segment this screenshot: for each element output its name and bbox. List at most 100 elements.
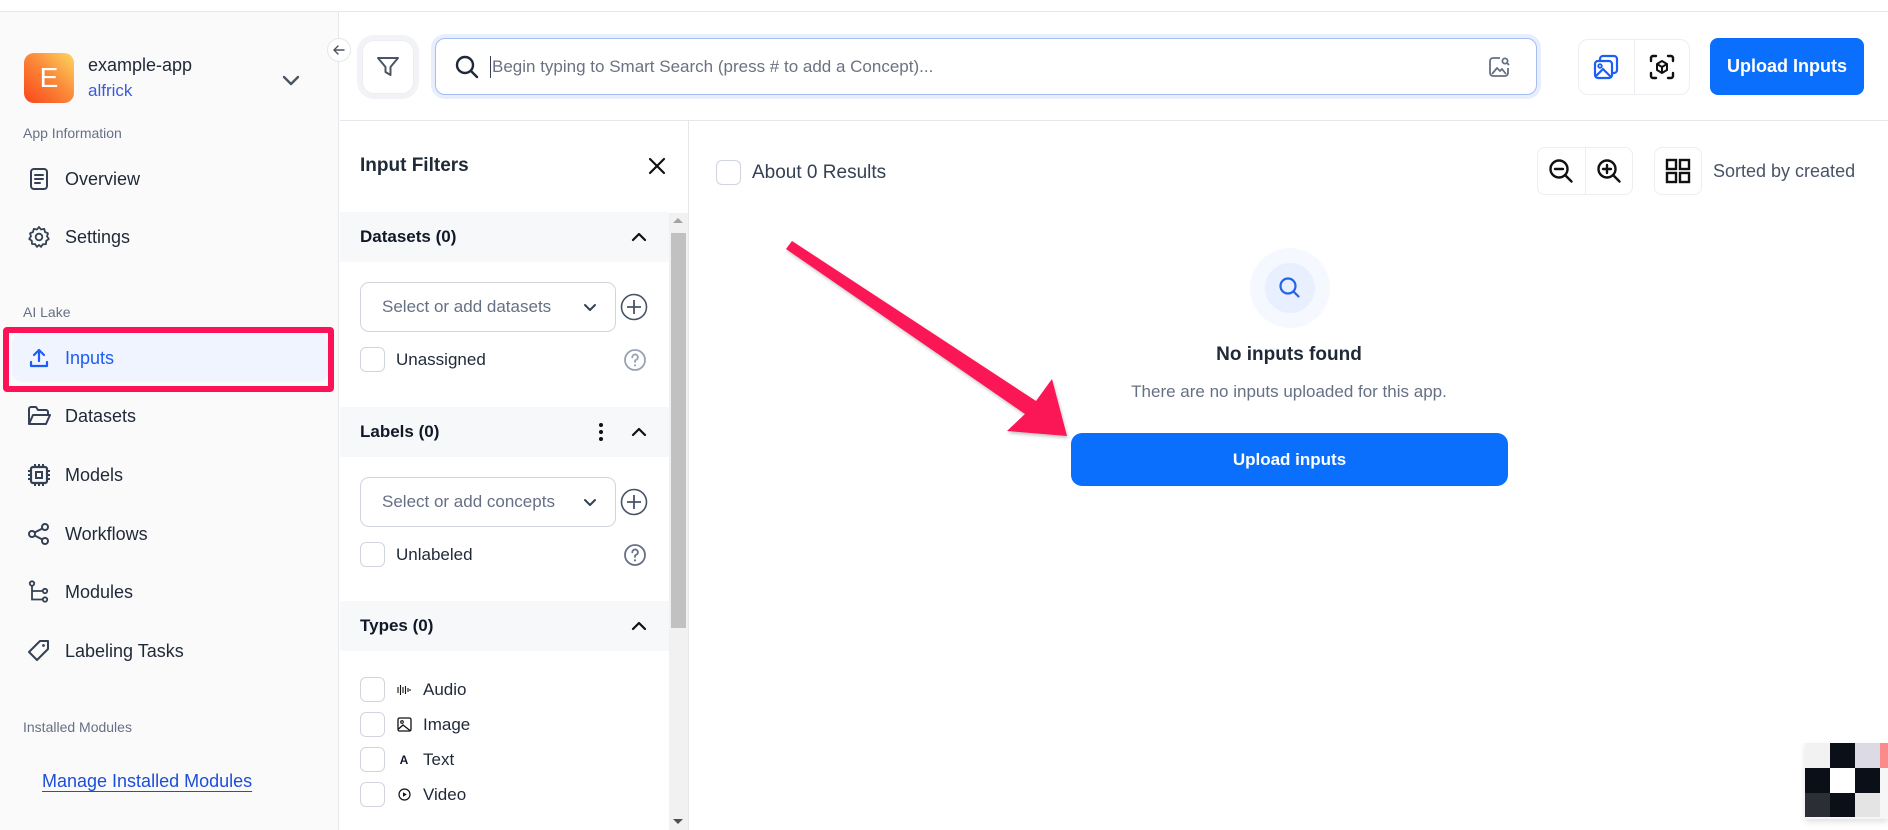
- search-icon: [1279, 277, 1300, 298]
- labels-section-title: Labels (0): [360, 422, 440, 441]
- smart-search-input[interactable]: [490, 55, 1484, 78]
- search-icon: [452, 52, 482, 82]
- document-icon: [26, 166, 52, 192]
- section-label-ai-lake: AI Lake: [23, 304, 71, 320]
- datasets-select[interactable]: Select or add datasets: [360, 282, 616, 332]
- unassigned-filter[interactable]: Unassigned: [360, 347, 486, 372]
- image-icon: [396, 717, 412, 733]
- add-concept-button[interactable]: [620, 488, 648, 516]
- sidebar-item-models[interactable]: Models: [12, 451, 328, 499]
- unassigned-label: Unassigned: [396, 349, 486, 369]
- scroll-up-arrow[interactable]: [673, 218, 683, 223]
- select-all-checkbox[interactable]: [716, 160, 741, 185]
- help-icon[interactable]: [623, 348, 647, 372]
- cpu-chip-icon: [26, 462, 52, 488]
- arrow-left-icon: [333, 45, 345, 55]
- sidebar-item-overview[interactable]: Overview: [12, 155, 328, 203]
- cube-scan-icon: [1649, 54, 1674, 80]
- empty-state-illustration: [1250, 248, 1330, 328]
- zoom-out-button[interactable]: [1538, 148, 1585, 194]
- scroll-down-arrow[interactable]: [673, 819, 683, 824]
- image-checkbox[interactable]: [360, 712, 385, 737]
- upload-inputs-empty-button[interactable]: Upload inputs: [1071, 433, 1508, 486]
- collapse-sidebar-button[interactable]: [327, 38, 351, 62]
- view-mode-group: [1578, 39, 1690, 95]
- more-vertical-icon[interactable]: [593, 420, 609, 444]
- sidebar-item-label: Workflows: [65, 523, 148, 544]
- filters-scrollbar-thumb[interactable]: [671, 233, 686, 628]
- results-summary: About 0 Results: [716, 160, 886, 185]
- sidebar-item-modules[interactable]: Modules: [12, 568, 328, 616]
- grid-layout-button[interactable]: [1654, 147, 1702, 195]
- section-label-installed-modules: Installed Modules: [23, 719, 132, 735]
- unassigned-checkbox[interactable]: [360, 347, 385, 372]
- add-dataset-button[interactable]: [620, 293, 648, 321]
- type-filter-audio[interactable]: Audio: [360, 677, 466, 702]
- audio-checkbox[interactable]: [360, 677, 385, 702]
- sidebar-item-label: Labeling Tasks: [65, 640, 184, 661]
- sidebar-item-label: Datasets: [65, 405, 137, 426]
- grid-icon: [1665, 158, 1691, 184]
- sidebar-item-label: Models: [65, 464, 124, 485]
- sort-label[interactable]: Sorted by created: [1713, 161, 1855, 182]
- datasets-select-placeholder: Select or add datasets: [382, 297, 552, 316]
- chevron-up-icon: [631, 621, 647, 631]
- video-label: Video: [423, 784, 467, 804]
- help-icon[interactable]: [623, 543, 647, 567]
- annotation-highlight-box: [3, 327, 334, 392]
- input-filters-panel: Input Filters Datasets (0) Select or add…: [340, 121, 689, 830]
- top-strip: [0, 0, 1888, 12]
- close-filters-button[interactable]: [644, 153, 670, 179]
- sidebar-item-label: Overview: [65, 168, 141, 189]
- smart-search-box[interactable]: [435, 38, 1537, 95]
- close-icon: [648, 157, 666, 175]
- manage-installed-modules-link[interactable]: Manage Installed Modules: [42, 771, 252, 792]
- sidebar-item-settings[interactable]: Settings: [12, 213, 328, 261]
- empty-state-title: No inputs found: [1216, 344, 1362, 365]
- unlabeled-checkbox[interactable]: [360, 542, 385, 567]
- image-label: Image: [423, 714, 471, 734]
- video-play-icon: [396, 787, 412, 803]
- sidebar-item-labeling-tasks[interactable]: Labeling Tasks: [12, 627, 328, 675]
- chevron-down-icon: [584, 499, 596, 506]
- folder-open-icon: [26, 403, 52, 429]
- sidebar-item-workflows[interactable]: Workflows: [12, 510, 328, 558]
- sidebar-item-datasets[interactable]: Datasets: [12, 392, 328, 440]
- type-filter-video[interactable]: Video: [360, 782, 466, 807]
- upload-inputs-button[interactable]: Upload Inputs: [1710, 38, 1864, 95]
- sidebar-item-label: Settings: [65, 226, 131, 247]
- unlabeled-filter[interactable]: Unlabeled: [360, 542, 473, 567]
- chevron-down-icon[interactable]: [278, 69, 304, 93]
- filters-title: Input Filters: [360, 155, 469, 176]
- module-tree-icon: [26, 579, 52, 605]
- types-section-header[interactable]: Types (0): [340, 601, 669, 651]
- type-filter-text[interactable]: A Text: [360, 747, 454, 772]
- text-letter-icon: A: [399, 752, 409, 767]
- 3d-object-view-button[interactable]: [1633, 40, 1690, 94]
- results-count: About 0 Results: [752, 161, 887, 183]
- audio-label: Audio: [423, 679, 467, 699]
- unlabeled-label: Unlabeled: [396, 544, 473, 564]
- gear-icon: [26, 224, 52, 250]
- labels-section-header[interactable]: Labels (0): [340, 407, 669, 457]
- video-checkbox[interactable]: [360, 782, 385, 807]
- app-user[interactable]: alfrick: [88, 81, 132, 101]
- datasets-section-header[interactable]: Datasets (0): [340, 212, 669, 262]
- image-gallery-view-button[interactable]: [1579, 40, 1634, 94]
- app-name[interactable]: example-app: [88, 55, 192, 76]
- concepts-select[interactable]: Select or add concepts: [360, 477, 616, 527]
- audio-wave-icon: [396, 682, 412, 698]
- support-chat-widget[interactable]: [1805, 743, 1888, 819]
- text-label: Text: [423, 749, 455, 769]
- visual-search-icon[interactable]: [1484, 52, 1514, 82]
- share-nodes-icon: [26, 521, 52, 547]
- chevron-down-icon: [584, 304, 596, 311]
- type-filter-image[interactable]: Image: [360, 712, 470, 737]
- chevron-up-icon: [631, 232, 647, 242]
- filter-toggle-button[interactable]: [362, 40, 414, 94]
- app-avatar[interactable]: E: [24, 53, 74, 103]
- sidebar-item-label: Modules: [65, 581, 134, 602]
- zoom-in-button[interactable]: [1584, 148, 1633, 194]
- text-checkbox[interactable]: [360, 747, 385, 772]
- zoom-in-icon: [1597, 159, 1621, 183]
